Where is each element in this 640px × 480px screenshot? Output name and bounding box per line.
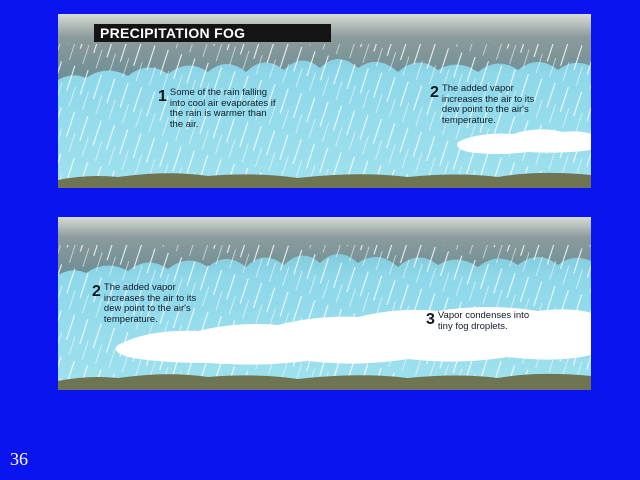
top-panel: PRECIPITATION FOG 1 Some of the rain fal… [58, 14, 591, 188]
step-number: 3 [426, 311, 435, 328]
bottom-panel: 2 The added vapor increases the air to i… [58, 217, 591, 390]
step-number: 2 [430, 84, 439, 101]
step-text: Vapor condenses into tiny fog droplets. [437, 310, 530, 332]
step-number: 1 [158, 88, 167, 105]
step-text: The added vapor increases the air to its… [103, 282, 197, 325]
step-text: Some of the rain falling into cool air e… [169, 87, 276, 130]
callout-step-3: 3 Vapor condenses into tiny fog droplets… [426, 310, 530, 332]
step-number: 2 [92, 283, 101, 300]
step-text: The added vapor increases the air to its… [441, 83, 535, 126]
callout-step-2: 2 The added vapor increases the air to i… [430, 83, 535, 126]
callout-step-1: 1 Some of the rain falling into cool air… [158, 87, 276, 130]
slide-number: 36 [10, 449, 28, 469]
diagram-title: PRECIPITATION FOG [94, 24, 332, 42]
callout-step-2: 2 The added vapor increases the air to i… [92, 282, 197, 325]
